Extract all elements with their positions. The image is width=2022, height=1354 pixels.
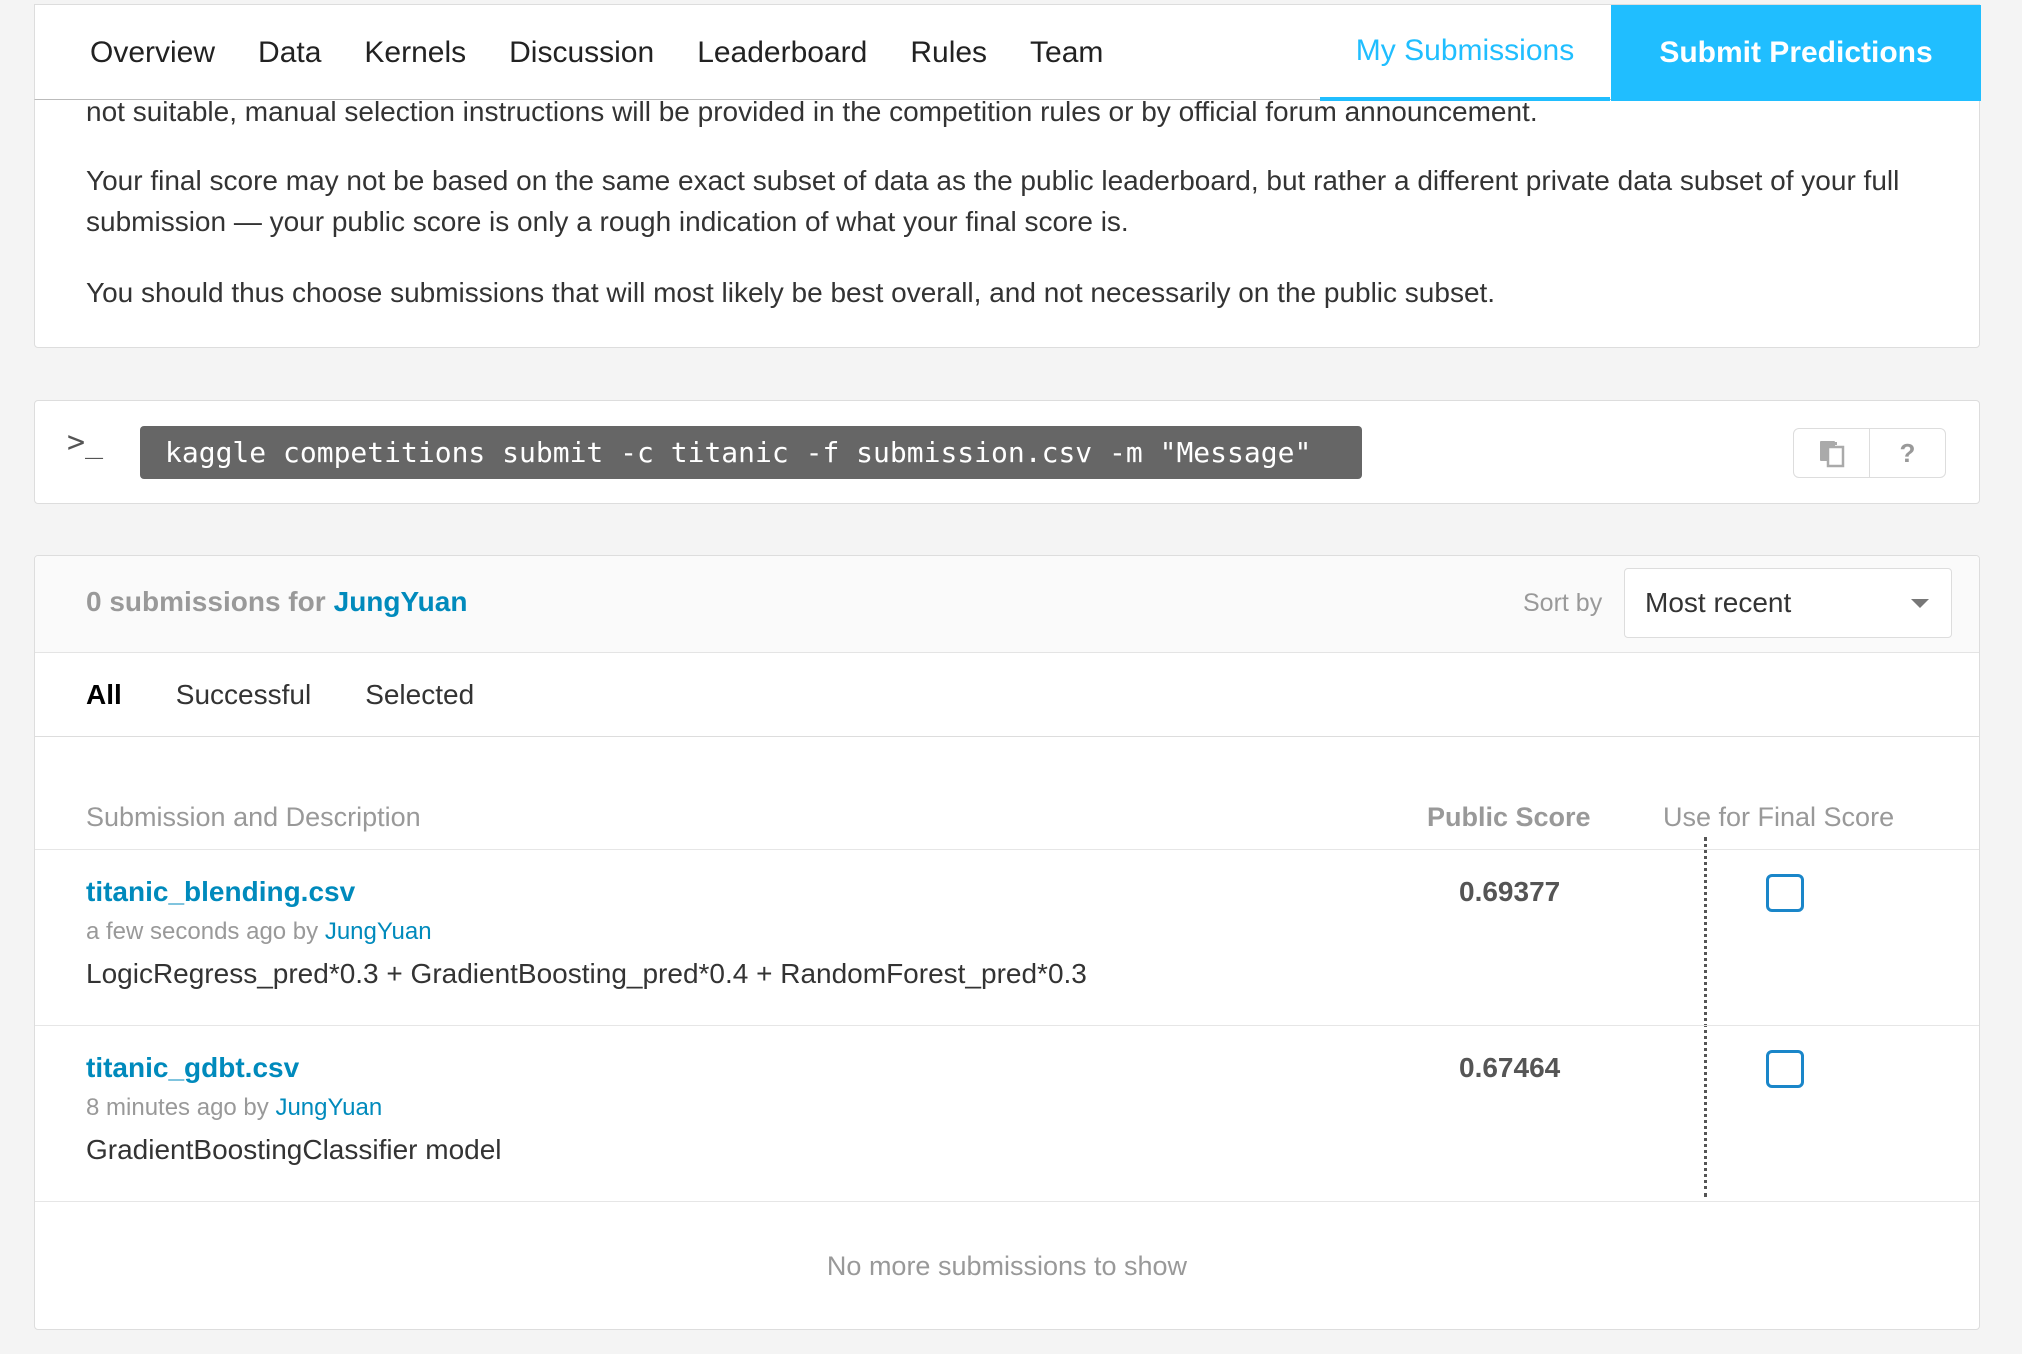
submission-meta: 8 minutes ago by JungYuan <box>86 1094 382 1122</box>
submissions-count-text: 0 submissions for <box>86 586 326 617</box>
competition-nav: Overview Data Kernels Discussion Leaderb… <box>34 4 1981 101</box>
submissions-header: 0 submissions for JungYuan Sort by Most r… <box>35 556 1979 653</box>
filter-all[interactable]: All <box>86 679 122 711</box>
info-paragraph: You should thus choose submissions that … <box>86 277 1496 308</box>
terminal-prompt-icon: >_ <box>67 425 104 460</box>
submission-user-link[interactable]: JungYuan <box>275 1094 382 1121</box>
filter-successful[interactable]: Successful <box>176 679 311 711</box>
tab-data[interactable]: Data <box>258 36 321 70</box>
submit-predictions-button[interactable]: Submit Predictions <box>1611 5 1981 101</box>
submission-file-link[interactable]: titanic_blending.csv <box>86 876 355 908</box>
submission-filters: All Successful Selected <box>35 653 1979 737</box>
tab-leaderboard[interactable]: Leaderboard <box>697 36 867 70</box>
public-score: 0.67464 <box>1459 1052 1561 1083</box>
submission-meta: a few seconds ago by JungYuan <box>86 918 432 946</box>
column-header-score: Public Score <box>1427 802 1591 832</box>
column-header-description: Submission and Description <box>86 802 421 832</box>
sort-selected-value: Most recent <box>1645 587 1792 618</box>
cli-command-text[interactable]: kaggle competitions submit -c titanic -f… <box>140 426 1362 479</box>
column-header-final: Use for Final Score <box>1663 802 1895 832</box>
table-row: titanic_blending.csv a few seconds ago b… <box>35 849 1979 1025</box>
public-score: 0.69377 <box>1459 876 1561 907</box>
tab-overview[interactable]: Overview <box>90 36 215 70</box>
tab-my-submissions[interactable]: My Submissions <box>1320 5 1610 101</box>
evaluation-info-card: not suitable, manual selection instructi… <box>34 90 1980 348</box>
submissions-count: 0 submissions for JungYuan <box>86 586 467 618</box>
nav-tabs: Overview Data Kernels Discussion Leaderb… <box>90 5 1146 101</box>
submission-time: a few seconds ago by <box>86 918 319 945</box>
help-button[interactable]: ? <box>1869 428 1946 478</box>
page: not suitable, manual selection instructi… <box>0 0 2022 1354</box>
tab-discussion[interactable]: Discussion <box>509 36 654 70</box>
cli-command-card: >_ kaggle competitions submit -c titanic… <box>34 400 1980 504</box>
tab-rules[interactable]: Rules <box>910 36 987 70</box>
copy-command-button[interactable] <box>1793 428 1870 478</box>
clipboard-icon <box>1819 441 1844 468</box>
submission-file-link[interactable]: titanic_gdbt.csv <box>86 1052 299 1084</box>
submission-description: GradientBoostingClassifier model <box>86 1134 502 1165</box>
tab-kernels[interactable]: Kernels <box>364 36 466 70</box>
final-score-checkbox[interactable] <box>1766 1050 1804 1088</box>
tab-team[interactable]: Team <box>1030 36 1103 70</box>
submission-time: 8 minutes ago by <box>86 1094 269 1121</box>
submissions-card: 0 submissions for JungYuan Sort by Most r… <box>34 555 1980 1330</box>
chevron-down-icon <box>1911 599 1929 608</box>
sort-dropdown[interactable]: Most recent <box>1624 568 1952 638</box>
no-more-submissions: No more submissions to show <box>35 1201 1979 1329</box>
sort-label: Sort by <box>1523 589 1603 617</box>
user-link[interactable]: JungYuan <box>334 586 468 617</box>
submission-user-link[interactable]: JungYuan <box>325 918 432 945</box>
info-paragraph: Your final score may not be based on the… <box>86 165 1900 237</box>
filter-selected[interactable]: Selected <box>365 679 474 711</box>
submission-description: LogicRegress_pred*0.3 + GradientBoosting… <box>86 958 1087 989</box>
table-row: titanic_gdbt.csv 8 minutes ago by JungYu… <box>35 1025 1979 1201</box>
final-score-checkbox[interactable] <box>1766 874 1804 912</box>
